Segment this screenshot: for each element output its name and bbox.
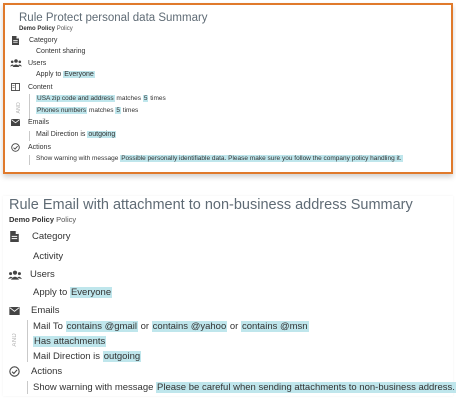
and-group-bar <box>27 320 28 362</box>
has-attachments[interactable]: Has attachments <box>33 336 107 347</box>
actions-bar <box>27 381 28 394</box>
card-subtitle: Demo Policy Policy <box>19 26 73 32</box>
content-icon <box>11 83 20 91</box>
mail-to-or: or <box>140 321 150 332</box>
document-icon <box>12 36 20 45</box>
content-rule-row: USA zip code and address matches 5 times <box>36 95 166 102</box>
users-icon <box>8 270 22 280</box>
mail-to-row: Mail To contains @gmail or contains @yah… <box>33 321 309 332</box>
document-icon <box>10 231 19 242</box>
users-label: Users <box>30 269 55 280</box>
action-row: Show warning with message Please be care… <box>33 382 456 393</box>
mail-to-term[interactable]: contains @gmail <box>65 321 138 332</box>
actions-section-header: Actions <box>11 143 51 152</box>
content-count[interactable]: 5 <box>115 107 121 114</box>
users-value: Apply to Everyone <box>33 287 113 298</box>
and-group-tag: AND <box>16 102 22 114</box>
emails-label: Emails <box>28 119 50 126</box>
policy-label: Policy <box>56 26 73 32</box>
actions-label: Actions <box>31 366 63 377</box>
check-circle-icon <box>9 366 20 377</box>
category-value: Activity <box>33 251 64 262</box>
card-title: Rule Email with attachment to non-busine… <box>9 197 413 213</box>
actions-bar <box>29 155 30 165</box>
mail-direction-row: Mail Direction is outgoing <box>36 131 117 138</box>
users-label: Users <box>28 59 47 67</box>
mail-to-or: or <box>229 321 239 332</box>
users-icon <box>10 59 22 67</box>
category-label: Category <box>32 231 71 242</box>
mail-direction-value[interactable]: outgoing <box>87 131 117 138</box>
card-title: Rule Protect personal data Summary <box>19 12 208 24</box>
mail-to-prefix: Mail To <box>33 321 63 332</box>
mail-direction-prefix: Mail Direction is <box>36 131 86 138</box>
mail-direction-prefix: Mail Direction is <box>33 351 101 362</box>
mail-direction-value[interactable]: outgoing <box>102 351 142 362</box>
action-message[interactable]: Possible personally identifiable data. P… <box>120 155 403 162</box>
and-group-tag: AND <box>12 333 18 347</box>
emails-label: Emails <box>31 305 60 316</box>
content-verb: matches <box>116 95 141 102</box>
action-prefix: Show warning with message <box>36 155 119 162</box>
emails-section-header: Emails <box>11 119 49 126</box>
emails-section-header: Emails <box>9 305 60 316</box>
mail-to-term[interactable]: contains @msn <box>240 321 309 332</box>
content-label: Content <box>28 83 53 91</box>
content-rule-row: Phones numbers matches 5 times <box>36 107 138 114</box>
category-value: Content sharing <box>36 48 86 55</box>
check-circle-icon <box>11 143 20 152</box>
actions-section-header: Actions <box>9 366 62 377</box>
and-group-bar <box>29 94 30 120</box>
content-suffix: times <box>150 95 166 102</box>
attachments-row: Has attachments <box>33 336 107 347</box>
users-section-header: Users <box>8 269 55 280</box>
content-data-type[interactable]: USA zip code and address <box>36 95 115 102</box>
content-verb: matches <box>88 107 114 114</box>
content-section-header: Content <box>11 83 53 91</box>
policy-label: Policy <box>56 215 77 224</box>
content-data-type[interactable]: Phones numbers <box>36 107 88 114</box>
mail-direction-row: Mail Direction is outgoing <box>33 351 142 362</box>
users-target[interactable]: Everyone <box>63 71 95 78</box>
content-count[interactable]: 5 <box>142 95 149 102</box>
users-prefix: Apply to <box>36 71 62 78</box>
category-label: Category <box>29 37 58 44</box>
action-message[interactable]: Please be careful when sending attachmen… <box>156 382 456 393</box>
category-section-header: Category <box>12 36 57 45</box>
users-section-header: Users <box>10 59 46 67</box>
policy-name: Demo Policy <box>19 26 56 32</box>
mail-to-term[interactable]: contains @yahoo <box>151 321 228 332</box>
action-prefix: Show warning with message <box>33 382 154 393</box>
rule-summary-card-email-attachment[interactable]: Rule Email with attachment to non-busine… <box>3 196 456 396</box>
envelope-icon <box>9 306 20 315</box>
content-suffix: times <box>122 107 139 114</box>
envelope-icon <box>11 119 20 126</box>
users-prefix: Apply to <box>33 287 68 298</box>
rule-summary-card-protect-personal-data[interactable]: Rule Protect personal data Summary Demo … <box>3 3 453 174</box>
users-target[interactable]: Everyone <box>69 287 113 298</box>
category-section-header: Category <box>10 231 71 242</box>
policy-name: Demo Policy <box>9 215 55 224</box>
emails-bar <box>29 131 30 141</box>
users-value: Apply to Everyone <box>36 71 95 78</box>
actions-label: Actions <box>28 144 51 151</box>
card-subtitle: Demo Policy Policy <box>9 215 76 224</box>
action-row: Show warning with message Possible perso… <box>36 155 403 162</box>
